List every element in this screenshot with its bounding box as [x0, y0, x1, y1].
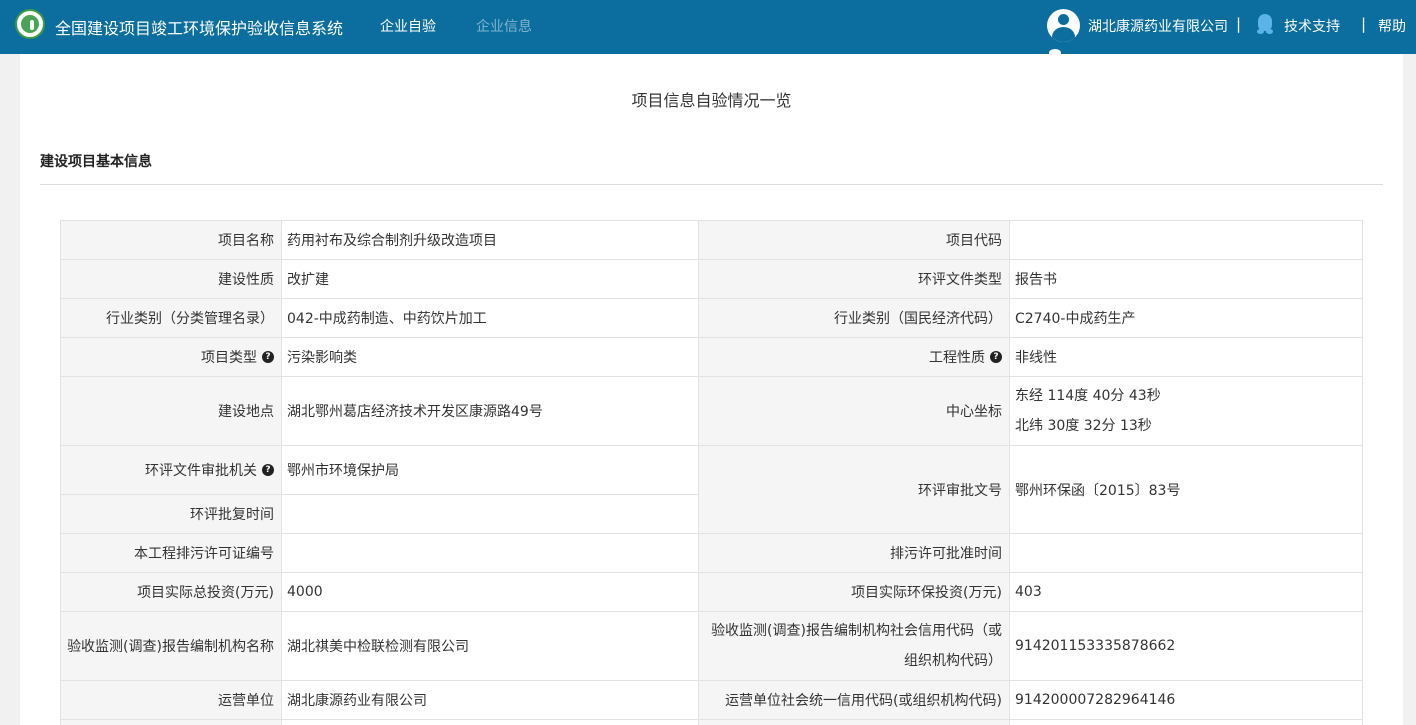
- construction-nature-label: 建设性质: [61, 260, 282, 299]
- project-name-value: 药用衬布及综合制剂升级改造项目: [282, 221, 699, 260]
- system-title[interactable]: 全国建设项目竣工环境保护验收信息系统: [55, 15, 343, 39]
- approval-time-value: [282, 495, 699, 534]
- company-name-link[interactable]: 湖北康源药业有限公司: [1088, 16, 1228, 36]
- user-avatar-icon[interactable]: [1047, 9, 1080, 42]
- construction-nature-value: 改扩建: [282, 260, 699, 299]
- question-circle-icon[interactable]: ?: [262, 464, 274, 476]
- project-info-table: 项目名称 药用衬布及综合制剂升级改造项目 项目代码 建设性质 改扩建 环评文件类…: [60, 220, 1363, 725]
- tech-support-link[interactable]: 技术支持: [1284, 16, 1340, 36]
- location-label: 建设地点: [61, 377, 282, 446]
- industry-catalog-value: 042-中成药制造、中药饮片加工: [282, 299, 699, 338]
- center-coord-value: 东经 114度 40分 43秒 北纬 30度 32分 13秒: [1010, 377, 1363, 446]
- nav-item-self-check[interactable]: 企业自验: [380, 16, 436, 36]
- industry-catalog-label: 行业类别（分类管理名录）: [61, 299, 282, 338]
- project-type-label: 项目类型?: [61, 338, 282, 377]
- next-row-value: [1010, 720, 1363, 725]
- operator-credit-label: 运营单位社会统一信用代码(或组织机构代码): [699, 681, 1010, 720]
- separator: |: [1236, 15, 1242, 33]
- help-link[interactable]: 帮助: [1378, 16, 1406, 36]
- eia-doc-type-label: 环评文件类型: [699, 260, 1010, 299]
- nav-item-company-info[interactable]: 企业信息: [476, 16, 532, 36]
- qq-penguin-icon[interactable]: [1257, 14, 1273, 36]
- project-code-label: 项目代码: [699, 221, 1010, 260]
- separator: |: [1361, 15, 1367, 33]
- monitor-org-value: 湖北祺美中检联检测有限公司: [282, 612, 699, 681]
- question-circle-icon[interactable]: ?: [990, 351, 1002, 363]
- eia-doc-type-value: 报告书: [1010, 260, 1363, 299]
- approval-doc-no-label: 环评审批文号: [699, 446, 1010, 534]
- industry-national-label: 行业类别（国民经济代码）: [699, 299, 1010, 338]
- next-row-value: [282, 720, 699, 725]
- operator-label: 运营单位: [61, 681, 282, 720]
- permit-no-value: [282, 534, 699, 573]
- next-row-label: [699, 720, 1010, 725]
- project-name-label: 项目名称: [61, 221, 282, 260]
- section-title: 建设项目基本信息: [40, 154, 152, 170]
- latitude: 北纬 30度 32分 13秒: [1015, 418, 1152, 434]
- next-row-label: [61, 720, 282, 725]
- approval-time-label: 环评批复时间: [61, 495, 282, 534]
- monitor-credit-value: 914201153335878662: [1010, 612, 1363, 681]
- industry-national-value: C2740-中成药生产: [1010, 299, 1363, 338]
- longitude: 东经 114度 40分 43秒: [1015, 388, 1161, 404]
- operator-credit-value: 914200007282964146: [1010, 681, 1363, 720]
- page-title: 项目信息自验情况一览: [631, 91, 792, 110]
- engineering-nature-value: 非线性: [1010, 338, 1363, 377]
- engineering-nature-label: 工程性质?: [699, 338, 1010, 377]
- project-code-value: [1010, 221, 1363, 260]
- permit-no-label: 本工程排污许可证编号: [61, 534, 282, 573]
- total-investment-label: 项目实际总投资(万元): [61, 573, 282, 612]
- center-coord-label: 中心坐标: [699, 377, 1010, 446]
- approval-authority-value: 鄂州市环境保护局: [282, 446, 699, 495]
- monitor-org-label: 验收监测(调查)报告编制机构名称: [61, 612, 282, 681]
- monitor-credit-label: 验收监测(调查)报告编制机构社会信用代码（或 组织机构代码）: [699, 612, 1010, 681]
- total-investment-value: 4000: [282, 573, 699, 612]
- permit-time-value: [1010, 534, 1363, 573]
- project-type-value: 污染影响类: [282, 338, 699, 377]
- environmental-protection-logo: [15, 9, 45, 39]
- approval-authority-label: 环评文件审批机关?: [61, 446, 282, 495]
- section-divider: [40, 184, 1383, 185]
- location-value: 湖北鄂州葛店经济技术开发区康源路49号: [282, 377, 699, 446]
- permit-time-label: 排污许可批准时间: [699, 534, 1010, 573]
- env-investment-label: 项目实际环保投资(万元): [699, 573, 1010, 612]
- operator-value: 湖北康源药业有限公司: [282, 681, 699, 720]
- env-investment-value: 403: [1010, 573, 1363, 612]
- approval-doc-no-value: 鄂州环保函〔2015〕83号: [1010, 446, 1363, 534]
- top-navigation-bar: 全国建设项目竣工环境保护验收信息系统 企业自验 企业信息 湖北康源药业有限公司 …: [0, 0, 1416, 54]
- question-circle-icon[interactable]: ?: [262, 351, 274, 363]
